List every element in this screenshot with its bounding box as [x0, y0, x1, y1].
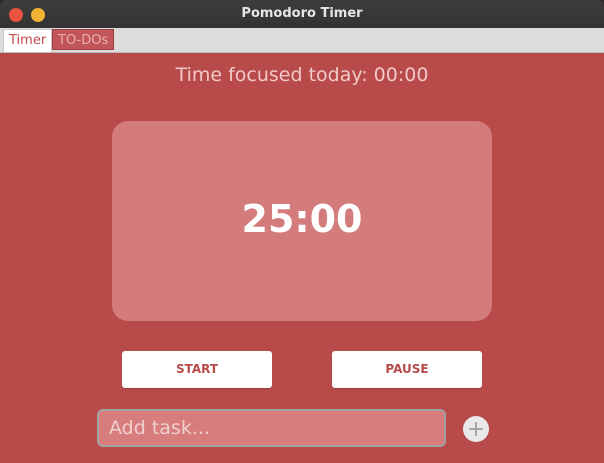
pause-button[interactable]: PAUSE	[332, 351, 482, 388]
tab-todos[interactable]: TO-DOs	[52, 29, 115, 50]
window-title: Pomodoro Timer	[241, 6, 363, 21]
titlebar: Pomodoro Timer	[0, 0, 604, 28]
focus-time-label: Time focused today: 00:00	[175, 64, 429, 86]
add-task-input[interactable]	[97, 409, 446, 447]
app-window: Pomodoro Timer Timer TO-DOs Time focused…	[0, 0, 604, 463]
tab-strip: Timer TO-DOs	[0, 28, 604, 53]
timer-card: 25:00	[112, 121, 492, 321]
tab-timer[interactable]: Timer	[3, 29, 53, 52]
timer-panel: Time focused today: 00:00 25:00 START PA…	[3, 53, 601, 463]
timer-display: 25:00	[241, 197, 363, 241]
start-button[interactable]: START	[122, 351, 272, 388]
plus-icon[interactable]	[463, 416, 489, 442]
